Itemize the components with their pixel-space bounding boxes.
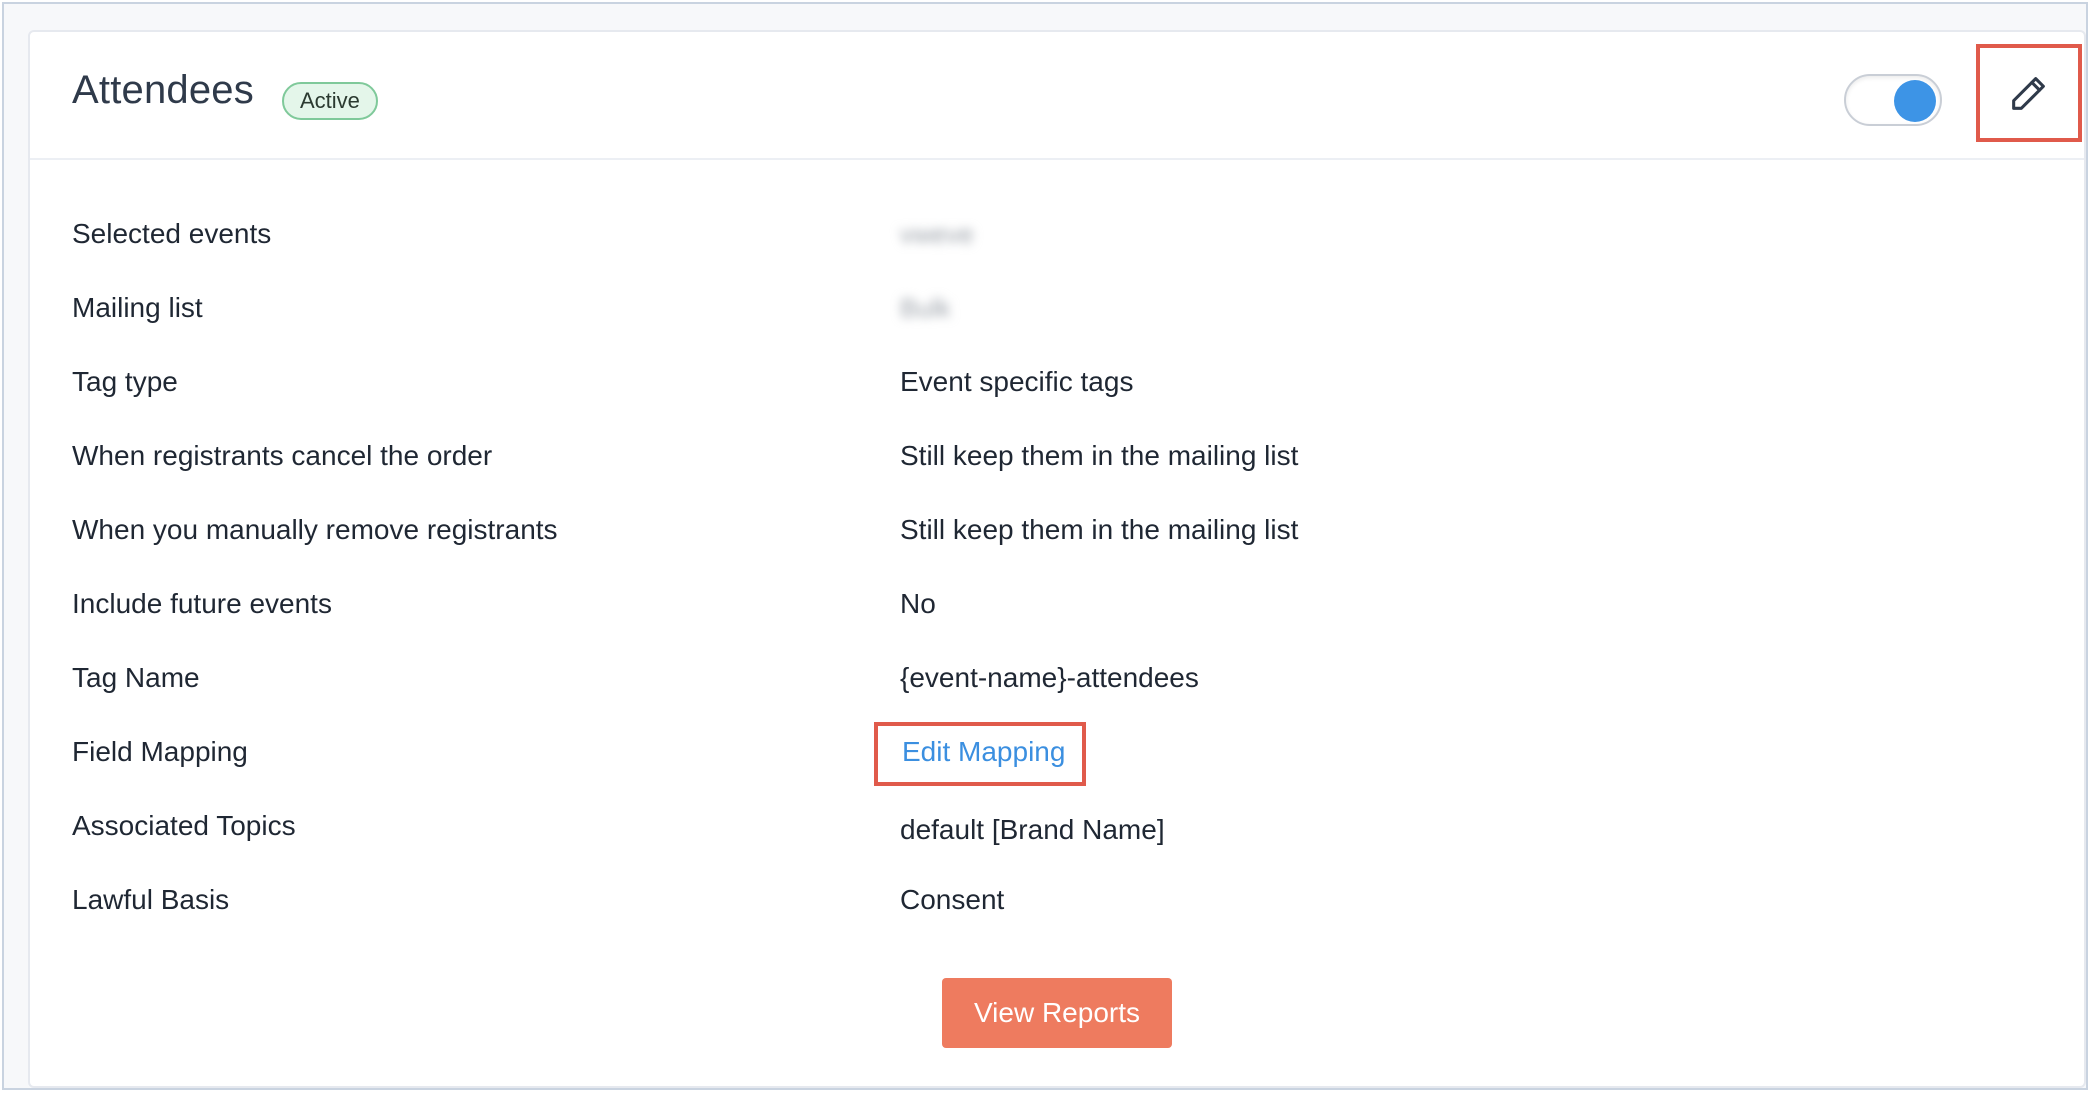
detail-label: Field Mapping <box>72 736 248 767</box>
detail-label: Lawful Basis <box>72 884 230 915</box>
detail-value: Event specific tags <box>900 366 1134 397</box>
detail-label: Tag type <box>72 366 178 397</box>
detail-value: default [Brand Name] <box>900 814 1165 845</box>
toggle-knob <box>1894 80 1936 122</box>
edit-button[interactable] <box>1976 44 2082 142</box>
detail-value-blurred: vweve <box>900 219 974 249</box>
detail-label: Include future events <box>72 588 332 619</box>
edit-mapping-highlight: Edit Mapping <box>874 722 1086 786</box>
detail-label: Associated Topics <box>72 810 296 841</box>
detail-row-manual-remove: When you manually remove registrants Sti… <box>72 512 2032 586</box>
detail-row-field-mapping: Field Mapping Edit Mapping <box>72 722 2032 808</box>
detail-value: No <box>900 588 936 619</box>
detail-row-associated-topics: Associated Topics default [Brand Name] <box>72 808 2032 882</box>
page-title: Attendees <box>72 68 254 112</box>
detail-row-tag-type: Tag type Event specific tags <box>72 364 2032 438</box>
detail-label: Tag Name <box>72 662 200 693</box>
details-list: Selected events vweve Mailing list Bulk … <box>72 216 2032 956</box>
detail-value: {event-name}-attendees <box>900 662 1199 693</box>
detail-label: Selected events <box>72 218 272 249</box>
detail-row-mailing-list: Mailing list Bulk <box>72 290 2032 364</box>
detail-label: Mailing list <box>72 292 203 323</box>
detail-value: Still keep them in the mailing list <box>900 514 1299 545</box>
pencil-icon <box>2012 77 2045 110</box>
detail-row-lawful-basis: Lawful Basis Consent <box>72 882 2032 956</box>
detail-row-selected-events: Selected events vweve <box>72 216 2032 290</box>
detail-label: When registrants cancel the order <box>72 440 493 471</box>
edit-mapping-link[interactable]: Edit Mapping <box>902 734 1065 770</box>
detail-value: Consent <box>900 884 1005 915</box>
status-badge: Active <box>282 82 378 120</box>
detail-row-future-events: Include future events No <box>72 586 2032 660</box>
view-reports-button[interactable]: View Reports <box>942 978 1172 1048</box>
active-toggle[interactable] <box>1844 74 1942 126</box>
detail-label: When you manually remove registrants <box>72 514 558 545</box>
detail-row-cancel-order: When registrants cancel the order Still … <box>72 438 2032 512</box>
detail-value: Still keep them in the mailing list <box>900 440 1299 471</box>
detail-value-blurred: Bulk <box>900 293 951 323</box>
card-header: Attendees Active <box>30 32 2084 160</box>
page-frame: Attendees Active Selected events vweve M… <box>2 2 2088 1090</box>
integration-card: Attendees Active Selected events vweve M… <box>28 30 2086 1088</box>
